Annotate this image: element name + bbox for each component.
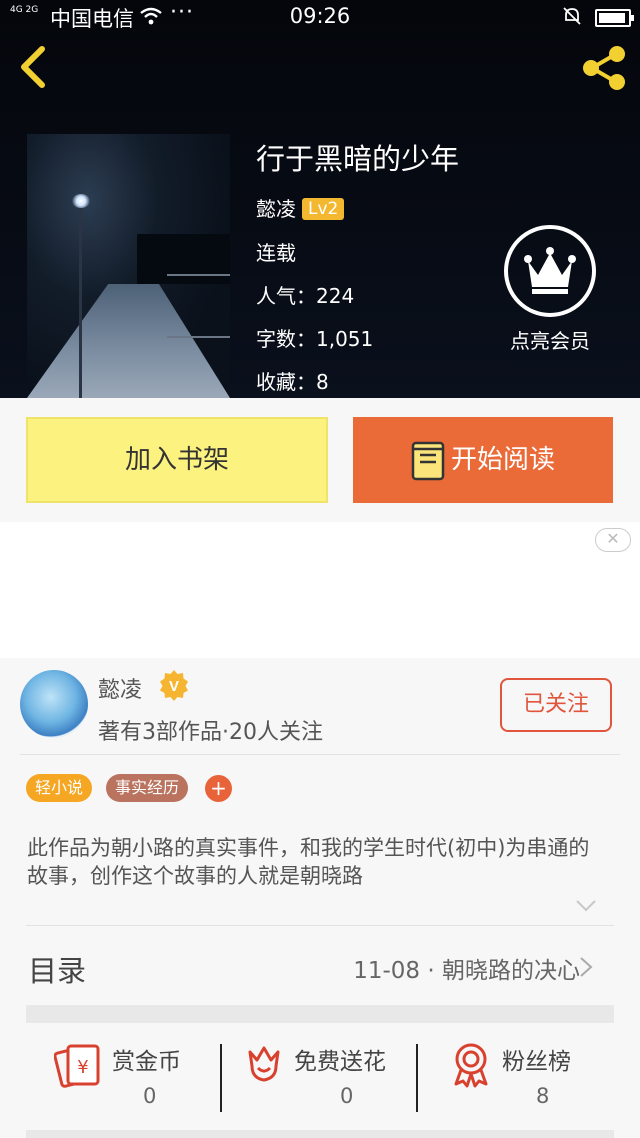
divider xyxy=(220,1044,222,1112)
add-to-shelf-button[interactable]: 加入书架 xyxy=(26,417,328,503)
fan-ranking-count: 8 xyxy=(536,1084,550,1108)
author-name[interactable]: 懿凌 xyxy=(98,672,142,704)
level-badge: Lv2 xyxy=(302,198,345,220)
divider xyxy=(20,754,620,755)
latest-chapter[interactable]: 11-08 · 朝晓路的决心 xyxy=(353,951,580,985)
divider xyxy=(26,925,614,926)
mute-bell-icon xyxy=(562,6,582,31)
word-count: 字数：1,051 xyxy=(256,327,374,351)
book-title: 行于黑暗的少年 xyxy=(256,142,460,176)
ad-close-button[interactable]: ✕ xyxy=(595,528,631,552)
vip-label: 点亮会员 xyxy=(510,329,590,353)
fan-ranking-label: 粉丝榜 xyxy=(502,1049,571,1075)
book-cover[interactable] xyxy=(27,134,230,398)
vip-membership-button[interactable]: 点亮会员 xyxy=(500,225,600,354)
favorites-count: 收藏：8 xyxy=(256,370,329,394)
follow-button[interactable]: 已关注 xyxy=(500,678,612,732)
back-button[interactable] xyxy=(16,44,52,90)
fan-ranking-button[interactable]: 粉丝榜 8 xyxy=(450,1030,620,1110)
svg-text:¥: ¥ xyxy=(77,1057,88,1078)
toc-label[interactable]: 目录 xyxy=(28,948,86,990)
book-header: 4G 2G 中国电信 ··· 09:26 行于黑暗的少年 懿凌 Lv2 连载 人… xyxy=(0,0,640,398)
reward-coins-count: 0 xyxy=(143,1084,157,1108)
red-envelope-icon: ¥ xyxy=(54,1044,100,1088)
clock: 09:26 xyxy=(289,4,351,28)
share-icon xyxy=(583,46,625,90)
ad-banner[interactable]: ✕ xyxy=(0,522,640,658)
section-separator xyxy=(26,1005,614,1023)
verified-badge-icon: V xyxy=(158,669,190,701)
section-separator xyxy=(26,1130,614,1138)
action-bar: 加入书架 开始阅读 xyxy=(0,398,640,522)
add-tag-button[interactable]: + xyxy=(205,775,232,802)
book-author-line: 懿凌 Lv2 xyxy=(256,193,345,222)
avatar[interactable] xyxy=(20,670,88,738)
tag-light-novel[interactable]: 轻小说 xyxy=(26,774,93,802)
expand-description-button[interactable] xyxy=(575,898,597,912)
battery-icon xyxy=(595,9,634,27)
start-reading-label: 开始阅读 xyxy=(450,445,555,475)
start-reading-button[interactable]: 开始阅读 xyxy=(353,417,613,503)
book-description: 此作品为朝小路的真实事件，和我的学生时代(初中)为串通的故事，创作这个故事的人就… xyxy=(27,836,590,888)
popularity: 人气：224 xyxy=(256,284,355,308)
reward-coins-button[interactable]: ¥ 赏金币 0 xyxy=(54,1030,214,1110)
svg-text:V: V xyxy=(169,678,179,695)
free-flowers-button[interactable]: 免费送花 0 xyxy=(244,1030,414,1110)
flower-icon xyxy=(248,1046,280,1082)
author-section: 懿凌 V 著有3部作品·20人关注 已关注 轻小说 事实经历 + 此作品为朝小路… xyxy=(0,658,640,1138)
reward-coins-label: 赏金币 xyxy=(112,1049,181,1075)
street-lamp-light xyxy=(72,194,90,208)
serial-status: 连载 xyxy=(256,241,296,265)
divider xyxy=(416,1044,418,1112)
status-bar: 4G 2G 中国电信 ··· 09:26 xyxy=(0,0,640,34)
tag-true-experience[interactable]: 事实经历 xyxy=(106,774,189,802)
free-flowers-count: 0 xyxy=(340,1084,354,1108)
share-button[interactable] xyxy=(580,44,628,92)
author-stats: 著有3部作品·20人关注 xyxy=(98,720,323,745)
free-flowers-label: 免费送花 xyxy=(294,1049,386,1075)
book-author[interactable]: 懿凌 xyxy=(256,197,296,221)
book-icon xyxy=(411,441,445,480)
chevron-right-icon[interactable] xyxy=(579,956,593,978)
chevron-down-icon xyxy=(576,900,596,912)
medal-icon xyxy=(454,1043,488,1088)
crown-icon xyxy=(504,225,596,317)
chevron-left-icon xyxy=(21,46,45,88)
